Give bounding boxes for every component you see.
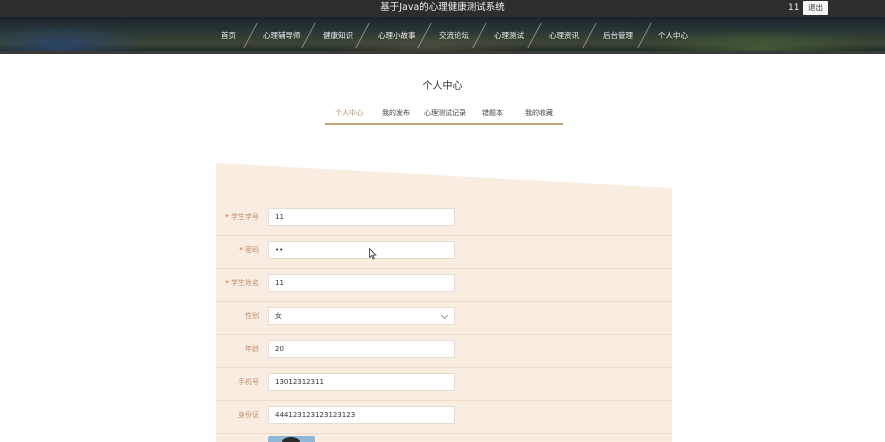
mouse-cursor-icon: [369, 248, 377, 260]
id-card-input[interactable]: 444123123123123123: [268, 406, 455, 424]
gender-selected-value: 女: [275, 312, 282, 320]
nav-separator: [301, 23, 316, 48]
user-name[interactable]: 11: [788, 1, 799, 15]
logout-button[interactable]: 退出: [803, 1, 828, 15]
student-name-input[interactable]: 11: [268, 274, 455, 292]
form-row-student-name: * 学生姓名 11: [216, 269, 672, 302]
tab-my-posts[interactable]: 我的发布: [382, 106, 410, 123]
page-title: 个人中心: [422, 81, 463, 92]
chevron-down-icon: [440, 311, 449, 320]
nav-separator: [527, 23, 542, 48]
form-row-password: * 密码 ••: [216, 236, 672, 269]
nav-item-psych-test[interactable]: 心理测试: [494, 17, 524, 54]
nav-item-counselors[interactable]: 心理辅导师: [263, 17, 301, 54]
nav-separator: [582, 23, 597, 48]
nav-bar: 首页 心理辅导师 健康知识 心理小故事 交流论坛 心理测试 心理资讯 后台管理 …: [0, 17, 885, 54]
form-row-id-card: 身份证 444123123123123123: [216, 401, 672, 434]
nav-separator: [472, 23, 487, 48]
gender-select[interactable]: 女: [268, 307, 455, 325]
phone-input[interactable]: 13012312311: [268, 373, 455, 391]
nav-item-stories[interactable]: 心理小故事: [378, 17, 416, 54]
nav-separator: [417, 23, 432, 48]
avatar[interactable]: [268, 436, 315, 442]
gender-label: 性别: [245, 312, 259, 320]
nav-item-forum[interactable]: 交流论坛: [439, 17, 469, 54]
profile-tabs: 个人中心 我的发布 心理测试记录 错题本 我的收藏: [325, 106, 563, 125]
nav-item-admin[interactable]: 后台管理: [603, 17, 633, 54]
age-input[interactable]: 20: [268, 340, 455, 358]
tab-personal-center[interactable]: 个人中心: [335, 106, 363, 123]
form-row-gender: 性别 女: [216, 302, 672, 335]
form-row-phone: 手机号 13012312311: [216, 368, 672, 401]
nav-item-home[interactable]: 首页: [221, 17, 236, 54]
nav-separator: [355, 23, 370, 48]
form-row-student-id: * 学生学号 11: [216, 203, 672, 236]
tab-wrong-answers[interactable]: 错题本: [482, 106, 503, 123]
student-name-label: * 学生姓名: [225, 279, 259, 287]
nav-item-news[interactable]: 心理资讯: [549, 17, 579, 54]
nav-item-health-knowledge[interactable]: 健康知识: [323, 17, 353, 54]
student-id-label: * 学生学号: [225, 213, 259, 221]
password-label: * 密码: [239, 246, 259, 254]
nav-separator: [243, 23, 258, 48]
password-input[interactable]: ••: [268, 241, 455, 259]
phone-label: 手机号: [238, 378, 259, 386]
tab-favorites[interactable]: 我的收藏: [525, 106, 553, 123]
id-card-label: 身份证: [238, 411, 259, 419]
nav-separator: [637, 23, 652, 48]
age-label: 年龄: [245, 345, 259, 353]
nav-item-personal-center[interactable]: 个人中心: [658, 17, 688, 54]
form-row-age: 年龄 20: [216, 335, 672, 368]
site-title: 基于Java的心理健康测试系统: [380, 2, 505, 13]
student-id-input[interactable]: 11: [268, 208, 455, 226]
top-bar: 基于Java的心理健康测试系统 11 退出: [0, 0, 885, 17]
tab-test-records[interactable]: 心理测试记录: [424, 106, 466, 123]
